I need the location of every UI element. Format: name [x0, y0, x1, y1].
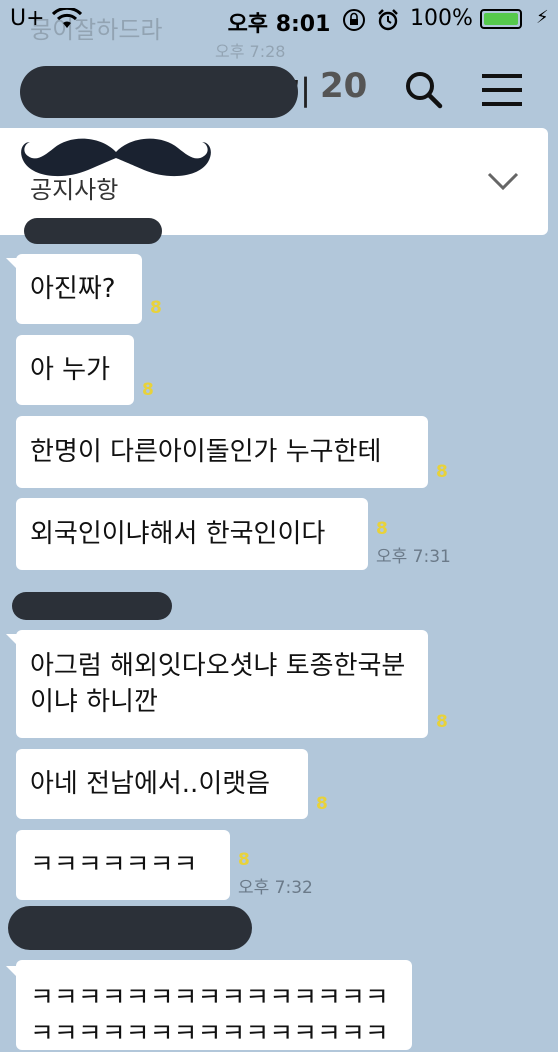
search-icon[interactable]: [402, 68, 446, 112]
alarm-icon: [376, 8, 400, 38]
message-bubble[interactable]: 아그럼 해외잇다오셧냐 토종한국분이냐 하니깐: [16, 630, 428, 738]
background-ghost-message: 뭉이잘하드라: [30, 16, 163, 44]
message-bubble[interactable]: 아진짜?: [16, 254, 142, 324]
member-count: 20: [320, 66, 368, 106]
chat-header: 기 20: [0, 48, 558, 124]
message-bubble[interactable]: ㅋㅋㅋㅋㅋㅋㅋ: [16, 830, 230, 900]
message-bubble[interactable]: 한명이 다른아이돌인가 누구한테: [16, 416, 428, 488]
unread-count: 8: [238, 850, 250, 870]
message-bubble[interactable]: 아네 전남에서..이랫음: [16, 749, 308, 819]
chat-title-redaction: [20, 66, 298, 118]
message-time: 오후 7:32: [238, 878, 313, 898]
unread-count: 8: [142, 380, 154, 400]
battery-fill: [484, 13, 518, 25]
unread-count: 8: [316, 794, 328, 814]
orientation-lock-icon: [342, 8, 366, 38]
unread-count: 8: [150, 298, 162, 318]
message-bubble[interactable]: 아 누가: [16, 335, 134, 405]
message-bubble[interactable]: 외국인이냐해서 한국인이다: [16, 498, 368, 570]
sender-name-redaction: [24, 218, 162, 244]
charging-bolt-icon: ⚡: [536, 7, 549, 28]
menu-icon[interactable]: [480, 70, 526, 110]
unread-count: 8: [436, 462, 448, 482]
message-time: 오후 7:31: [376, 547, 451, 567]
sender-name-redaction: [12, 592, 172, 620]
battery-percent: 100%: [410, 6, 473, 31]
unread-count: 8: [436, 712, 448, 732]
chevron-down-icon[interactable]: [486, 168, 520, 194]
battery-icon: [480, 9, 522, 29]
sender-name-redaction: [8, 906, 252, 950]
message-bubble[interactable]: ㅋㅋㅋㅋㅋㅋㅋㅋㅋㅋㅋㅋㅋㅋㅋㅋㅋㅋㅋㅋㅋㅋㅋㅋㅋㅋㅋㅋㅋㅋ: [16, 960, 412, 1050]
unread-count: 8: [376, 519, 388, 539]
mustache-sticker: [16, 130, 216, 194]
